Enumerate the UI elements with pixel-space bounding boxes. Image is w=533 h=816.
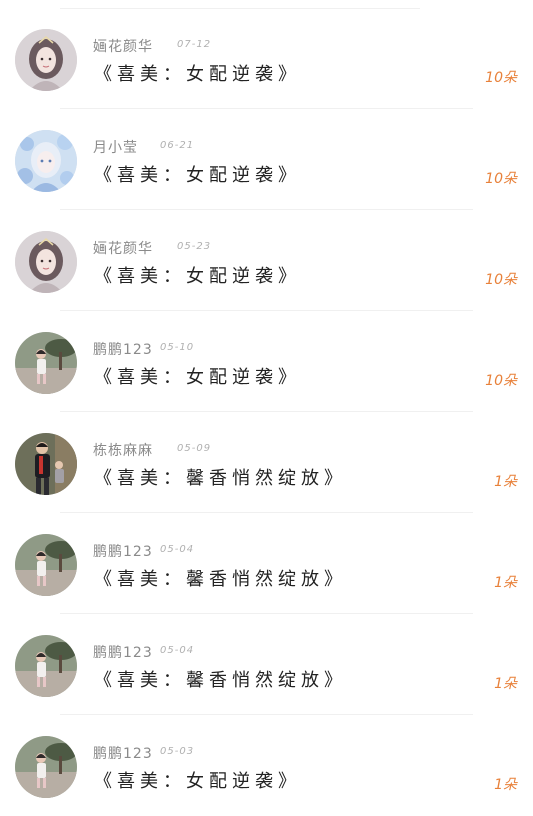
book-title[interactable]: 《喜美：女配逆袭》 <box>94 161 301 187</box>
flower-amount: 10朵 <box>485 171 517 187</box>
avatar-child-photo-icon <box>15 534 77 596</box>
flower-amount: 1朵 <box>494 676 517 692</box>
user-name[interactable]: 鹏鹏123 <box>93 743 153 763</box>
gift-row[interactable]: 鹏鹏123 05-04 《喜美：馨香悄然绽放》 1朵 <box>0 513 533 614</box>
user-name[interactable]: 栋栋麻麻 <box>93 440 153 460</box>
avatar-child-photo-icon <box>15 635 77 697</box>
avatar-child-photo-icon <box>15 332 77 394</box>
flower-amount: 1朵 <box>494 575 517 591</box>
user-name[interactable]: 鹏鹏123 <box>93 642 153 662</box>
book-title[interactable]: 《喜美：女配逆袭》 <box>94 363 301 389</box>
avatar-child-photo-icon <box>15 736 77 798</box>
gift-date: 06-21 <box>160 140 195 151</box>
gift-date: 05-03 <box>160 746 195 757</box>
gift-row[interactable]: 栋栋麻麻 05-09 《喜美：馨香悄然绽放》 1朵 <box>0 412 533 513</box>
user-name[interactable]: 月小莹 <box>93 137 138 157</box>
avatar[interactable] <box>15 29 77 91</box>
avatar-girl-illustration-icon <box>15 231 77 293</box>
gift-row[interactable]: 鹏鹏123 05-03 《喜美：女配逆袭》 1朵 <box>0 715 533 816</box>
user-name[interactable]: 鹏鹏123 <box>93 541 153 561</box>
avatar-blue-flowers-girl-icon <box>15 130 77 192</box>
book-title[interactable]: 《喜美：馨香悄然绽放》 <box>94 464 347 490</box>
gift-row[interactable]: 月小莹 06-21 《喜美：女配逆袭》 10朵 <box>0 109 533 210</box>
avatar-girl-illustration-icon <box>15 29 77 91</box>
book-title[interactable]: 《喜美：女配逆袭》 <box>94 60 301 86</box>
gift-date: 05-04 <box>160 544 195 555</box>
gift-row[interactable]: 鹏鹏123 05-10 《喜美：女配逆袭》 10朵 <box>0 311 533 412</box>
avatar[interactable] <box>15 534 77 596</box>
flower-amount: 1朵 <box>494 777 517 793</box>
gift-date: 05-10 <box>160 342 195 353</box>
user-name[interactable]: 婳花颜华 <box>93 238 153 258</box>
user-name[interactable]: 婳花颜华 <box>93 36 153 56</box>
avatar[interactable] <box>15 635 77 697</box>
gift-date: 07-12 <box>177 39 212 50</box>
book-title[interactable]: 《喜美：馨香悄然绽放》 <box>94 565 347 591</box>
flower-amount: 1朵 <box>494 474 517 490</box>
avatar[interactable] <box>15 332 77 394</box>
book-title[interactable]: 《喜美：女配逆袭》 <box>94 262 301 288</box>
flower-amount: 10朵 <box>485 373 517 389</box>
avatar[interactable] <box>15 231 77 293</box>
flower-amount: 10朵 <box>485 70 517 86</box>
avatar[interactable] <box>15 130 77 192</box>
gift-row[interactable]: 鹏鹏123 05-04 《喜美：馨香悄然绽放》 1朵 <box>0 614 533 715</box>
flower-amount: 10朵 <box>485 272 517 288</box>
avatar[interactable] <box>15 433 77 495</box>
gift-row[interactable]: 婳花颜华 07-12 《喜美：女配逆袭》 10朵 <box>0 8 533 109</box>
user-name[interactable]: 鹏鹏123 <box>93 339 153 359</box>
gift-date: 05-04 <box>160 645 195 656</box>
avatar-family-photo-icon <box>15 433 77 495</box>
gift-date: 05-09 <box>177 443 212 454</box>
gift-row[interactable]: 婳花颜华 05-23 《喜美：女配逆袭》 10朵 <box>0 210 533 311</box>
book-title[interactable]: 《喜美：馨香悄然绽放》 <box>94 666 347 692</box>
gift-date: 05-23 <box>177 241 212 252</box>
book-title[interactable]: 《喜美：女配逆袭》 <box>94 767 301 793</box>
avatar[interactable] <box>15 736 77 798</box>
